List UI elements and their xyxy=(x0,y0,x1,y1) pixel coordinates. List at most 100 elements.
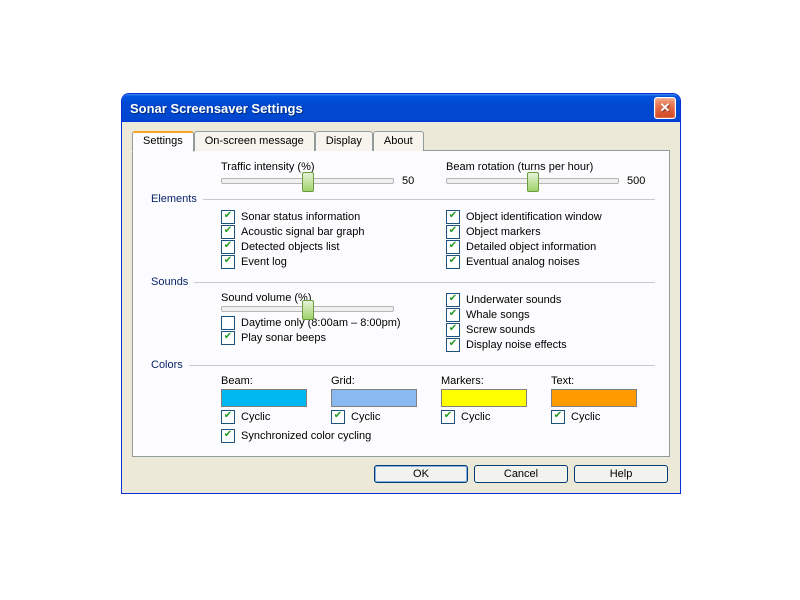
check-label: Detailed object information xyxy=(466,241,596,253)
traffic-intensity-slider[interactable] xyxy=(221,178,394,184)
check-underwater-sounds[interactable]: Underwater sounds xyxy=(446,293,655,307)
check-detected-objects[interactable]: Detected objects list xyxy=(221,240,430,254)
check-cyclic-text[interactable]: Cyclic xyxy=(551,410,641,424)
checkbox-icon xyxy=(446,210,460,224)
check-label: Daytime only (8:00am – 8:00pm) xyxy=(241,317,401,329)
close-button[interactable]: ✕ xyxy=(654,97,676,119)
tab-label: On-screen message xyxy=(205,135,304,147)
checkbox-icon xyxy=(446,293,460,307)
swatch-text[interactable] xyxy=(551,389,637,407)
check-label: Object identification window xyxy=(466,211,602,223)
cancel-button[interactable]: Cancel xyxy=(474,465,568,483)
window-title: Sonar Screensaver Settings xyxy=(130,101,654,116)
check-label: Underwater sounds xyxy=(466,294,561,306)
tab-about[interactable]: About xyxy=(373,131,424,151)
color-markers: Markers: Cyclic xyxy=(441,375,531,425)
group-sounds: Sounds xyxy=(147,276,655,288)
checkbox-icon xyxy=(221,255,235,269)
tab-display[interactable]: Display xyxy=(315,131,373,151)
check-label: Cyclic xyxy=(571,411,600,423)
checkbox-icon xyxy=(446,255,460,269)
checkbox-icon xyxy=(446,338,460,352)
sound-volume-slider[interactable] xyxy=(221,306,394,312)
group-elements: Elements xyxy=(147,193,655,205)
button-bar: OK Cancel Help xyxy=(132,457,670,483)
top-sliders: Traffic intensity (%) 50 Beam rotation (… xyxy=(221,161,655,187)
check-cyclic-grid[interactable]: Cyclic xyxy=(331,410,421,424)
traffic-intensity-label: Traffic intensity (%) xyxy=(221,161,430,173)
check-detailed-object-info[interactable]: Detailed object information xyxy=(446,240,655,254)
swatch-beam[interactable] xyxy=(221,389,307,407)
check-label: Detected objects list xyxy=(241,241,339,253)
slider-thumb[interactable] xyxy=(302,172,314,192)
elements-right-col: Object identification window Object mark… xyxy=(446,209,655,270)
tabpage-settings: Traffic intensity (%) 50 Beam rotation (… xyxy=(132,150,670,457)
color-label: Markers: xyxy=(441,375,531,387)
color-text: Text: Cyclic xyxy=(551,375,641,425)
tab-label: Display xyxy=(326,135,362,147)
button-label: OK xyxy=(413,468,429,480)
checkbox-icon xyxy=(221,225,235,239)
tab-settings[interactable]: Settings xyxy=(132,131,194,152)
beam-rotation-value: 500 xyxy=(627,175,655,187)
check-label: Acoustic signal bar graph xyxy=(241,226,365,238)
group-elements-label: Elements xyxy=(151,193,197,205)
check-label: Display noise effects xyxy=(466,339,567,351)
tabstrip: Settings On-screen message Display About xyxy=(132,131,670,151)
settings-dialog: Sonar Screensaver Settings ✕ Settings On… xyxy=(121,93,681,494)
button-label: Cancel xyxy=(504,468,538,480)
check-object-markers[interactable]: Object markers xyxy=(446,225,655,239)
checkbox-icon xyxy=(221,240,235,254)
tab-label: Settings xyxy=(143,135,183,147)
checkbox-icon xyxy=(331,410,345,424)
color-label: Grid: xyxy=(331,375,421,387)
check-display-noise-effects[interactable]: Display noise effects xyxy=(446,338,655,352)
check-label: Eventual analog noises xyxy=(466,256,580,268)
check-analog-noises[interactable]: Eventual analog noises xyxy=(446,255,655,269)
check-cyclic-beam[interactable]: Cyclic xyxy=(221,410,311,424)
checkbox-icon xyxy=(221,410,235,424)
check-label: Sonar status information xyxy=(241,211,360,223)
check-cyclic-markers[interactable]: Cyclic xyxy=(441,410,531,424)
check-label: Cyclic xyxy=(461,411,490,423)
check-object-id-window[interactable]: Object identification window xyxy=(446,210,655,224)
checkbox-icon xyxy=(441,410,455,424)
tab-label: About xyxy=(384,135,413,147)
sounds-left-col: Sound volume (%) Daytime only (8:00am – … xyxy=(221,292,430,353)
ok-button[interactable]: OK xyxy=(374,465,468,483)
colors-row: Beam: Cyclic Grid: Cyclic Markers: Cycli… xyxy=(221,375,655,425)
group-sounds-label: Sounds xyxy=(151,276,188,288)
client-area: Settings On-screen message Display About… xyxy=(122,122,680,493)
color-beam: Beam: Cyclic xyxy=(221,375,311,425)
help-button[interactable]: Help xyxy=(574,465,668,483)
check-daytime-only[interactable]: Daytime only (8:00am – 8:00pm) xyxy=(221,316,430,330)
check-acoustic-bar[interactable]: Acoustic signal bar graph xyxy=(221,225,430,239)
checkbox-icon xyxy=(221,331,235,345)
checkbox-icon xyxy=(446,225,460,239)
check-label: Whale songs xyxy=(466,309,530,321)
swatch-markers[interactable] xyxy=(441,389,527,407)
traffic-intensity-value: 50 xyxy=(402,175,430,187)
titlebar[interactable]: Sonar Screensaver Settings ✕ xyxy=(122,94,680,122)
group-colors-label: Colors xyxy=(151,359,183,371)
check-play-sonar-beeps[interactable]: Play sonar beeps xyxy=(221,331,430,345)
check-label: Screw sounds xyxy=(466,324,535,336)
checkbox-icon xyxy=(446,240,460,254)
check-event-log[interactable]: Event log xyxy=(221,255,430,269)
check-whale-songs[interactable]: Whale songs xyxy=(446,308,655,322)
check-label: Cyclic xyxy=(351,411,380,423)
swatch-grid[interactable] xyxy=(331,389,417,407)
check-screw-sounds[interactable]: Screw sounds xyxy=(446,323,655,337)
beam-rotation-slider[interactable] xyxy=(446,178,619,184)
button-label: Help xyxy=(610,468,633,480)
tab-on-screen-message[interactable]: On-screen message xyxy=(194,131,315,151)
slider-thumb[interactable] xyxy=(527,172,539,192)
beam-rotation-label: Beam rotation (turns per hour) xyxy=(446,161,655,173)
elements-left-col: Sonar status information Acoustic signal… xyxy=(221,209,430,270)
check-label: Synchronized color cycling xyxy=(241,430,371,442)
check-sync-color-cycling[interactable]: Synchronized color cycling xyxy=(221,429,655,443)
check-sonar-status[interactable]: Sonar status information xyxy=(221,210,430,224)
sound-volume-label: Sound volume (%) xyxy=(221,292,430,304)
slider-thumb[interactable] xyxy=(302,300,314,320)
traffic-intensity-block: Traffic intensity (%) 50 xyxy=(221,161,430,187)
